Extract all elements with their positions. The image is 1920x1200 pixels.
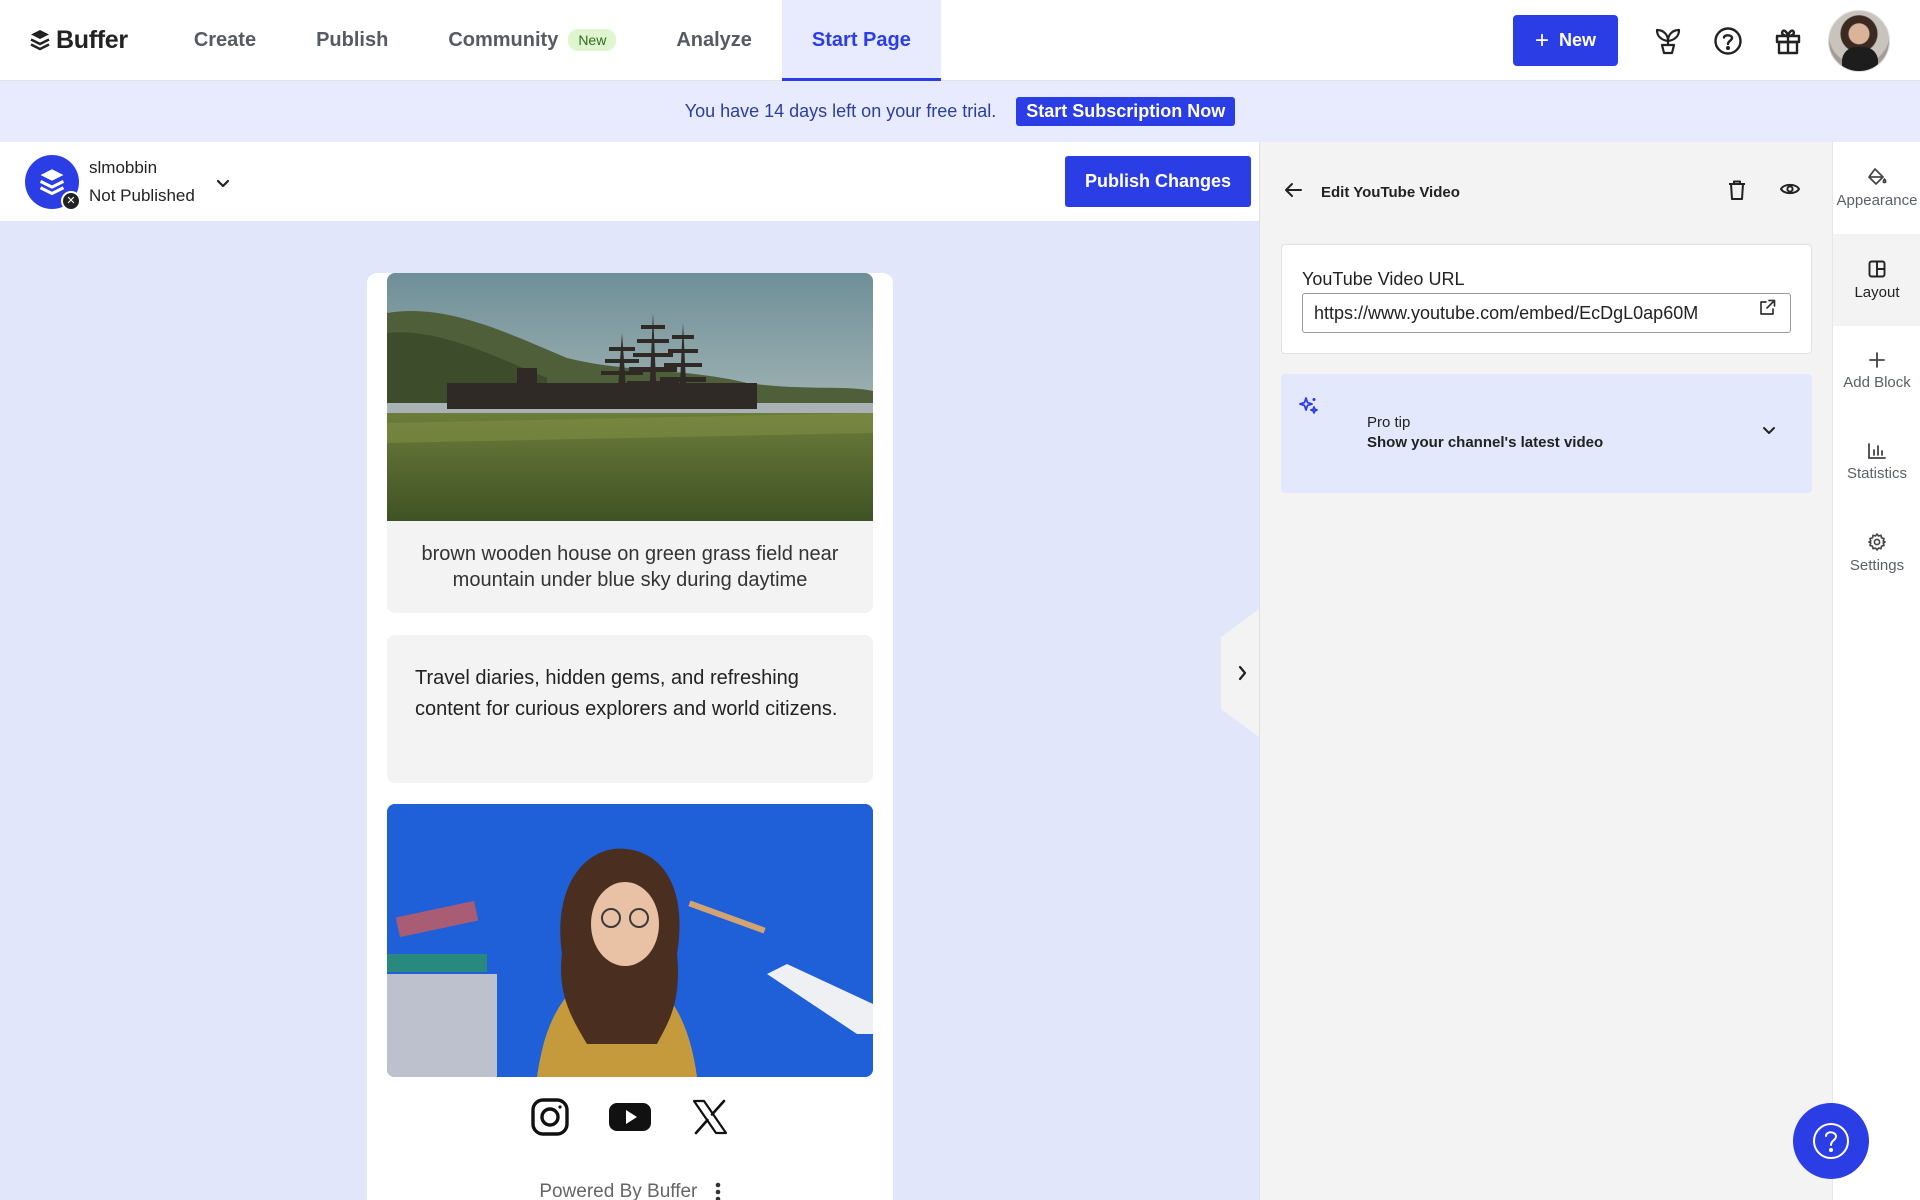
nav-start-page-label: Start Page (811, 28, 911, 51)
youtube-video-block[interactable] (387, 804, 873, 1077)
rail-add-block-label: Add Block (1843, 373, 1911, 391)
page-name: slmobbin (89, 157, 158, 177)
rail-statistics[interactable]: Statistics (1833, 416, 1920, 508)
page-header: ✕ slmobbin Not Published Publish Changes (0, 142, 1259, 221)
trial-banner: You have 14 days left on your free trial… (0, 81, 1920, 142)
youtube-url-input[interactable] (1302, 293, 1791, 333)
page-logo: ✕ (25, 154, 81, 211)
chevron-down-icon[interactable] (215, 179, 231, 189)
nav-publish[interactable]: Publish (286, 0, 418, 81)
gear-icon (1868, 532, 1886, 551)
brand-name: Buffer (56, 25, 128, 54)
help-icon[interactable] (1698, 11, 1758, 71)
collapse-panel-tab[interactable] (1221, 609, 1259, 737)
start-page-canvas: ✕ slmobbin Not Published Publish Changes (0, 142, 1259, 1200)
external-link-icon[interactable] (1759, 299, 1776, 316)
trial-message: You have 14 days left on your free trial… (684, 101, 997, 121)
new-badge: New (568, 29, 617, 51)
page-status: Not Published (89, 185, 195, 205)
video-thumbnail-image (387, 804, 873, 1077)
nav-community-label: Community (448, 28, 559, 51)
top-navigation: Buffer Create Publish Community New Anal… (0, 0, 1920, 82)
chevron-down-icon[interactable] (1762, 426, 1776, 435)
rail-add-block[interactable]: Add Block (1833, 325, 1920, 417)
editor-side-rail: Appearance Layout Add Block Statistics S… (1832, 142, 1920, 1200)
close-badge-icon: ✕ (61, 190, 81, 211)
new-button-label: New (1558, 30, 1596, 50)
page-selector[interactable]: slmobbin Not Published (89, 158, 195, 206)
plus-icon (1869, 351, 1885, 368)
text-block[interactable]: Travel diaries, hidden gems, and refresh… (387, 635, 873, 783)
rail-settings-label: Settings (1849, 556, 1905, 574)
social-links (367, 1096, 893, 1138)
powered-by-text: Powered By Buffer (539, 1181, 698, 1200)
buffer-logo[interactable]: Buffer (30, 0, 128, 81)
pro-tip-label: Pro tip (1367, 414, 1411, 431)
sparkle-icon (1299, 397, 1318, 414)
rail-layout-label: Layout (1854, 283, 1900, 301)
nav-analyze[interactable]: Analyze (646, 0, 782, 81)
eye-icon[interactable] (1780, 182, 1800, 196)
nav-create[interactable]: Create (164, 0, 286, 81)
plus-icon: + (1534, 26, 1549, 54)
powered-by-footer: Powered By Buffer (367, 1181, 893, 1200)
bar-chart-icon (1868, 442, 1886, 459)
more-vertical-icon[interactable] (715, 1182, 721, 1200)
youtube-url-card: YouTube Video URL (1281, 244, 1812, 354)
page-preview: brown wooden house on green grass field … (367, 273, 893, 1200)
nav-actions: + New (1512, 0, 1890, 81)
avatar[interactable] (1828, 9, 1890, 72)
nav-publish-label: Publish (316, 28, 389, 51)
nav-community[interactable]: Community New (418, 0, 646, 81)
back-arrow-icon[interactable] (1284, 182, 1302, 198)
rail-settings[interactable]: Settings (1833, 507, 1920, 599)
start-subscription-button[interactable]: Start Subscription Now (1016, 97, 1236, 126)
x-icon[interactable] (689, 1096, 731, 1138)
rail-statistics-label: Statistics (1846, 464, 1907, 482)
new-button[interactable]: + New (1512, 15, 1618, 66)
rail-appearance[interactable]: Appearance (1833, 142, 1920, 234)
trash-icon[interactable] (1728, 180, 1746, 200)
pro-tip-card[interactable]: Pro tip Show your channel's latest video (1281, 374, 1812, 493)
image-caption: brown wooden house on green grass field … (421, 543, 839, 591)
publish-changes-button[interactable]: Publish Changes (1064, 156, 1251, 207)
gift-icon[interactable] (1758, 11, 1818, 71)
editor-title: Edit YouTube Video (1321, 184, 1460, 201)
buffer-stack-icon (30, 30, 50, 51)
buffer-stack-icon (39, 168, 65, 195)
main-nav: Create Publish Community New Analyze Sta… (164, 0, 941, 82)
sprout-icon[interactable] (1638, 11, 1698, 71)
layout-icon (1868, 260, 1886, 277)
nav-create-label: Create (193, 28, 257, 51)
help-icon (1813, 1123, 1849, 1159)
nav-start-page[interactable]: Start Page (781, 0, 941, 82)
rail-appearance-label: Appearance (1836, 191, 1918, 209)
paint-bucket-icon (1868, 167, 1887, 185)
youtube-icon[interactable] (609, 1096, 651, 1138)
help-chat-button[interactable] (1793, 1103, 1869, 1179)
youtube-url-label: YouTube Video URL (1302, 269, 1465, 289)
image-block[interactable]: brown wooden house on green grass field … (387, 273, 873, 613)
nav-analyze-label: Analyze (676, 28, 752, 51)
text-block-content: Travel diaries, hidden gems, and refresh… (415, 667, 838, 720)
rail-layout[interactable]: Layout (1833, 234, 1920, 326)
instagram-icon[interactable] (529, 1096, 571, 1138)
temple-landscape-image (387, 273, 873, 521)
block-editor-panel: Edit YouTube Video YouTube Video URL Pro… (1259, 142, 1832, 1200)
pro-tip-text: Show your channel's latest video (1367, 434, 1604, 451)
